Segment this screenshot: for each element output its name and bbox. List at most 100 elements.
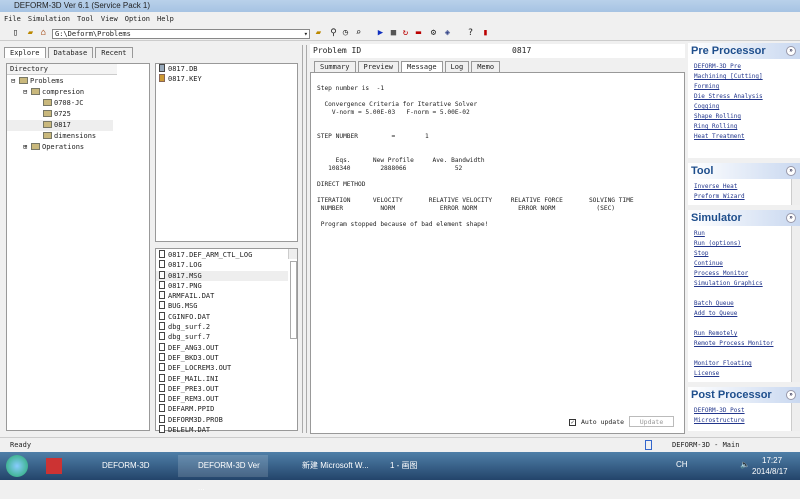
tool-icon[interactable]: ⚲: [328, 28, 339, 39]
menu-tool[interactable]: Tool: [77, 13, 94, 25]
clock-time[interactable]: 17:27: [762, 456, 782, 465]
tree-item[interactable]: dimensions: [7, 131, 149, 142]
link-run[interactable]: Run: [688, 229, 800, 239]
file-item[interactable]: DEF_MAIL.INI: [156, 373, 297, 384]
link-monitor-floating[interactable]: Monitor Floating: [688, 359, 800, 369]
taskbar-item[interactable]: 新建 Microsoft W...: [282, 455, 372, 477]
section-scrollbar[interactable]: [791, 226, 800, 382]
file-item[interactable]: BUG.MSG: [156, 301, 297, 311]
link-simulation-graphics[interactable]: Simulation Graphics: [688, 279, 800, 289]
exit-icon[interactable]: ▮: [480, 28, 491, 39]
collapse-icon[interactable]: »: [786, 213, 796, 223]
link-run-remotely[interactable]: Run Remotely: [688, 329, 800, 339]
help-icon[interactable]: ?: [465, 28, 476, 39]
menu-simulation[interactable]: Simulation: [28, 13, 70, 25]
collapse-icon[interactable]: »: [786, 390, 796, 400]
open-folder-icon[interactable]: ▰: [25, 28, 36, 39]
link-license[interactable]: License: [688, 369, 800, 379]
link-run-options-[interactable]: Run (options): [688, 239, 800, 249]
collapse-icon[interactable]: »: [786, 166, 796, 176]
run-icon[interactable]: ▶: [375, 28, 386, 39]
link-machining-cutting-[interactable]: Machining [Cutting]: [688, 72, 800, 82]
tab-log[interactable]: Log: [444, 61, 470, 72]
section-header[interactable]: Post Processor »: [688, 387, 800, 403]
monitor-icon[interactable]: ▬: [413, 28, 424, 39]
tab-database[interactable]: Database: [47, 47, 94, 58]
link-process-monitor[interactable]: Process Monitor: [688, 269, 800, 279]
tab-preview[interactable]: Preview: [357, 61, 400, 72]
file-item[interactable]: 0817.PNG: [156, 280, 297, 291]
clock-icon[interactable]: ◷: [340, 28, 351, 39]
tab-recent[interactable]: Recent: [95, 47, 133, 58]
link-inverse-heat[interactable]: Inverse Heat: [688, 182, 800, 192]
menu-help[interactable]: Help: [157, 13, 174, 25]
section-header[interactable]: Tool »: [688, 163, 800, 179]
volume-icon[interactable]: 🔈: [740, 460, 750, 469]
file-item[interactable]: dbg_surf.2: [156, 322, 297, 332]
file-item[interactable]: DEFARM.PPID: [156, 404, 297, 414]
menu-option[interactable]: Option: [125, 13, 150, 25]
file-item[interactable]: 0817.KEY: [156, 74, 297, 84]
link-heat-treatment[interactable]: Heat Treatment: [688, 132, 800, 142]
file-item[interactable]: DEF_BKD3.OUT: [156, 352, 297, 363]
start-button[interactable]: [6, 455, 28, 477]
file-item[interactable]: DEF_PRE3.OUT: [156, 383, 297, 394]
taskbar-item[interactable]: DEFORM-3D: [82, 455, 172, 477]
link-forming[interactable]: Forming: [688, 82, 800, 92]
tab-summary[interactable]: Summary: [314, 61, 356, 72]
link-deform-3d-pre[interactable]: DEFORM-3D Pre: [688, 62, 800, 72]
link-deform-3d-post[interactable]: DEFORM-3D Post: [688, 406, 800, 416]
file-item[interactable]: 0817.DB: [156, 64, 297, 74]
collapse-icon[interactable]: »: [786, 46, 796, 56]
expander-icon[interactable]: ⊟: [23, 87, 31, 98]
file-item[interactable]: DEF_LOCREM3.OUT: [156, 363, 297, 373]
tree-item[interactable]: 0725: [7, 109, 149, 120]
path-combobox[interactable]: G:\Deform\Problems ▾: [52, 29, 310, 39]
graphics-icon[interactable]: ◈: [442, 28, 453, 39]
link-ring-rolling[interactable]: Ring Rolling: [688, 122, 800, 132]
tree-item[interactable]: ⊟ compresion: [7, 87, 149, 98]
file-item[interactable]: 0817.DEF_ARM_CTL_LOG: [156, 250, 297, 260]
tree-item[interactable]: ⊟ Problems: [7, 76, 149, 87]
link-continue[interactable]: Continue: [688, 259, 800, 269]
clock-date[interactable]: 2014/8/17: [752, 467, 788, 476]
link-stop[interactable]: Stop: [688, 249, 800, 259]
update-button[interactable]: Update: [629, 416, 674, 427]
files-scrollbar[interactable]: [288, 249, 297, 339]
tree-item[interactable]: 0817: [7, 120, 113, 131]
file-item[interactable]: dbg_surf.7: [156, 332, 297, 342]
zoom-icon[interactable]: ⌕: [353, 28, 364, 39]
file-item[interactable]: DEF_REM3.OUT: [156, 394, 297, 404]
tab-explore[interactable]: Explore: [4, 47, 46, 58]
file-item[interactable]: CGINFO.DAT: [156, 311, 297, 322]
file-item[interactable]: DEFORM3D.PROB: [156, 414, 297, 425]
section-header[interactable]: Simulator »: [688, 210, 800, 226]
link-remote-process-monitor[interactable]: Remote Process Monitor: [688, 339, 800, 349]
file-item[interactable]: 0817.LOG: [156, 260, 297, 270]
gear-icon[interactable]: ⚙: [428, 28, 439, 39]
tree-item[interactable]: 0708-JC: [7, 98, 149, 109]
section-scrollbar[interactable]: [791, 179, 800, 205]
file-item[interactable]: DELELM.DAT: [156, 425, 297, 435]
language-indicator[interactable]: CH: [676, 460, 688, 469]
section-scrollbar[interactable]: [791, 403, 800, 431]
link-cogging[interactable]: Cogging: [688, 102, 800, 112]
link-preform-wizard[interactable]: Preform Wizard: [688, 192, 800, 202]
tree-item[interactable]: ⊞ Operations: [7, 142, 149, 153]
home-icon[interactable]: ⌂: [38, 28, 49, 39]
app-shortcut-icon[interactable]: [46, 458, 62, 474]
file-item[interactable]: 0817.MSG: [156, 270, 288, 281]
chevron-down-icon[interactable]: ▾: [304, 30, 308, 38]
menu-file[interactable]: File: [4, 13, 21, 25]
tab-memo[interactable]: Memo: [471, 61, 501, 72]
taskbar-item[interactable]: DEFORM-3D Ver ...: [178, 455, 268, 492]
splitter[interactable]: [302, 45, 307, 433]
tab-message[interactable]: Message: [401, 61, 443, 72]
link-shape-rolling[interactable]: Shape Rolling: [688, 112, 800, 122]
link-microstructure[interactable]: Microstructure: [688, 416, 800, 426]
auto-update-checkbox[interactable]: ✓ Auto update: [569, 418, 624, 426]
link-add-to-queue[interactable]: Add to Queue: [688, 309, 800, 319]
new-icon[interactable]: ▯: [10, 28, 21, 39]
link-batch-queue[interactable]: Batch Queue: [688, 299, 800, 309]
section-header[interactable]: Pre Processor »: [688, 43, 800, 59]
